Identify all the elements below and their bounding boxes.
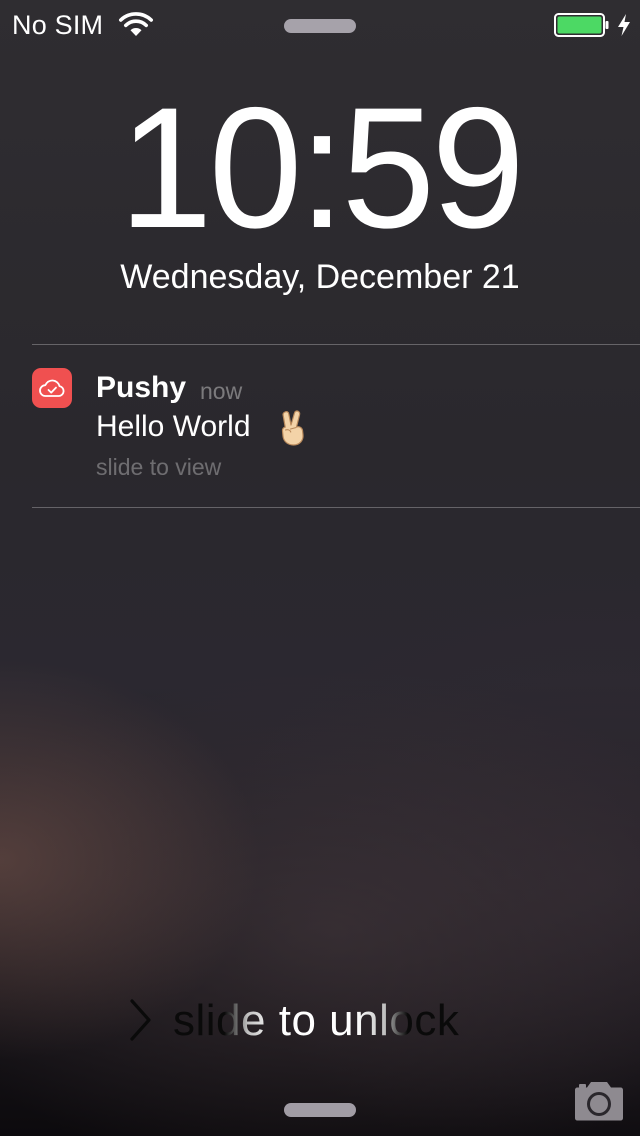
notification-action-hint: slide to view xyxy=(96,454,222,480)
notification-message: Hello World xyxy=(96,410,251,443)
slide-to-unlock[interactable]: slide to unlock xyxy=(128,994,488,1050)
notification-item[interactable]: Pushy now Hello World slide to view xyxy=(0,345,640,507)
notification-center-handle[interactable] xyxy=(284,19,356,33)
victory-hand-emoji xyxy=(281,410,304,446)
cloud-check-icon xyxy=(32,368,72,408)
notification-app-name: Pushy xyxy=(96,371,187,404)
lock-screen-date: Wednesday, December 21 xyxy=(120,258,520,296)
lock-screen-time: 10:59 xyxy=(118,72,525,264)
wifi-icon xyxy=(119,12,153,36)
carrier-label: No SIM xyxy=(12,10,104,40)
camera-icon[interactable] xyxy=(571,1080,627,1122)
chevron-right-icon xyxy=(130,999,151,1041)
battery-icon xyxy=(554,13,609,37)
slide-to-unlock-label: slide to unlock xyxy=(173,994,459,1048)
charging-bolt-icon xyxy=(618,14,630,36)
status-bar: No SIM xyxy=(0,0,640,50)
notification-divider-bottom xyxy=(32,507,640,508)
notification-time: now xyxy=(200,378,243,404)
control-center-handle[interactable] xyxy=(284,1103,356,1117)
